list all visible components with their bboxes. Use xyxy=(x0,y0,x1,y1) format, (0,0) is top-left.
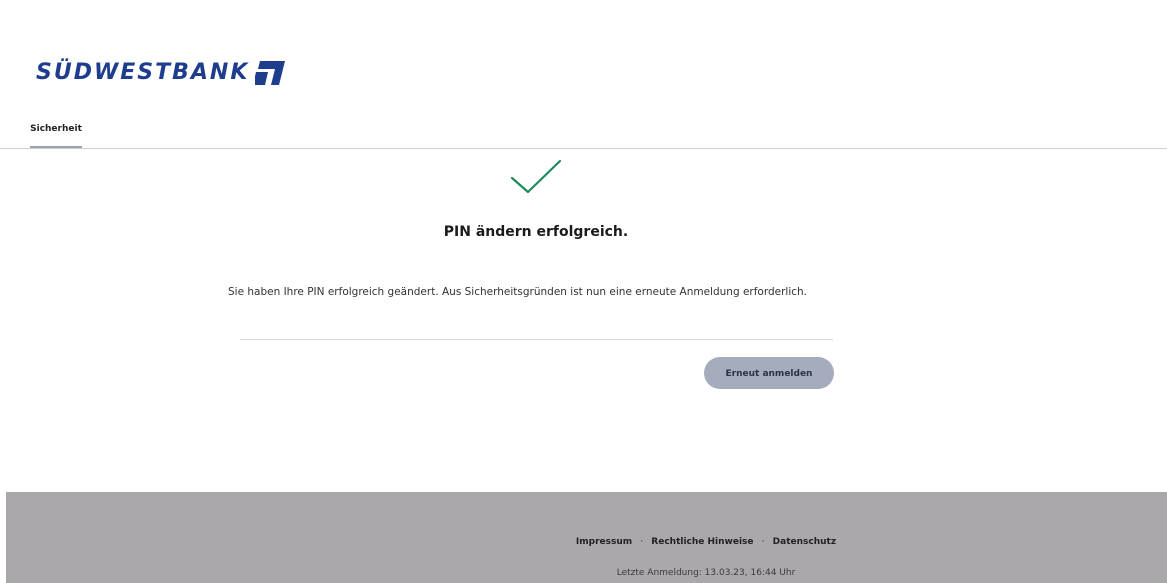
last-login-text: Letzte Anmeldung: 13.03.23, 16:44 Uhr xyxy=(616,568,796,578)
logo-mark-icon xyxy=(255,60,286,85)
relogin-button[interactable]: Erneut anmelden xyxy=(704,357,834,389)
footer-links: Impressum · Rechtliche Hinweise · Datens… xyxy=(6,537,1167,547)
logo-wordmark: SÜDWESTBANK xyxy=(36,60,250,85)
bank-logo[interactable]: SÜDWESTBANK xyxy=(36,60,286,85)
page: SÜDWESTBANK Sicherheit PIN ändern erfolg… xyxy=(0,0,1167,583)
footer-link-rechtliche-hinweise[interactable]: Rechtliche Hinweise xyxy=(651,537,753,547)
status-message: Sie haben Ihre PIN erfolgreich geändert.… xyxy=(228,286,808,298)
tab-bar: Sicherheit xyxy=(0,118,1167,149)
tab-sicherheit[interactable]: Sicherheit xyxy=(30,118,82,148)
footer-link-impressum[interactable]: Impressum xyxy=(576,537,632,547)
footer: Impressum · Rechtliche Hinweise · Datens… xyxy=(6,492,1167,583)
footer-link-datenschutz[interactable]: Datenschutz xyxy=(773,537,836,547)
checkmark-icon xyxy=(510,159,562,194)
footer-separator: · xyxy=(761,537,765,547)
status-title: PIN ändern erfolgreich. xyxy=(443,224,629,240)
divider xyxy=(240,339,833,340)
footer-separator: · xyxy=(640,537,644,547)
